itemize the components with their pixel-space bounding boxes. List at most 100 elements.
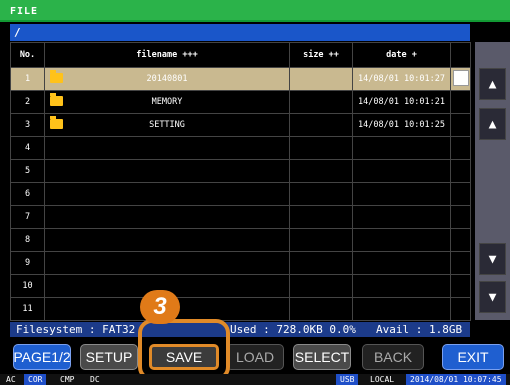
back-button[interactable]: BACK (362, 344, 424, 370)
size-cell (289, 251, 353, 275)
table-row[interactable]: 9 (10, 251, 471, 275)
page-up-button[interactable]: ▲ (479, 68, 506, 100)
date-cell: 14/08/01 10:01:27 (352, 67, 451, 91)
column-header-filename[interactable]: filename +++ (44, 42, 290, 68)
row-number: 6 (10, 182, 45, 206)
table-row[interactable]: 2 MEMORY 14/08/01 10:01:21 (10, 90, 471, 114)
filename-cell (44, 159, 290, 183)
row-number: 4 (10, 136, 45, 160)
date-cell: 14/08/01 10:01:25 (352, 113, 451, 137)
file-table: No. filename +++ size ++ date + 1 2014080… (10, 42, 471, 321)
select-cell[interactable] (450, 297, 471, 321)
filename-cell: SETTING (44, 113, 290, 137)
filename-cell (44, 251, 290, 275)
scroll-down-button[interactable]: ▼ (479, 243, 506, 275)
used-status: Used : 728.0KB 0.0% (230, 323, 356, 336)
exit-button[interactable]: EXIT (442, 344, 504, 370)
filename-cell: 20140801 (44, 67, 290, 91)
table-row[interactable]: 7 (10, 205, 471, 229)
row-number: 2 (10, 90, 45, 114)
scroll-up-button[interactable]: ▲ (479, 108, 506, 140)
ac-indicator: AC (6, 375, 16, 384)
filename-cell (44, 205, 290, 229)
select-cell[interactable] (450, 113, 471, 137)
row-number: 9 (10, 251, 45, 275)
row-number: 5 (10, 159, 45, 183)
filesystem-status: Filesystem : FAT32 (16, 323, 136, 336)
size-cell (289, 182, 353, 206)
size-cell (289, 228, 353, 252)
avail-status: Avail : 1.8GB (376, 323, 463, 336)
date-cell (352, 251, 451, 275)
setup-button[interactable]: SETUP (80, 344, 138, 370)
date-cell (352, 205, 451, 229)
filename-text: 20140801 (146, 74, 188, 84)
date-cell: 14/08/01 10:01:21 (352, 90, 451, 114)
filename-text: MEMORY (151, 97, 183, 107)
size-cell (289, 205, 353, 229)
table-row[interactable]: 1 20140801 14/08/01 10:01:27 (10, 67, 471, 91)
date-cell (352, 228, 451, 252)
select-cell[interactable] (450, 136, 471, 160)
column-header-date[interactable]: date + (352, 42, 451, 68)
size-cell (289, 274, 353, 298)
row-number: 7 (10, 205, 45, 229)
select-cell[interactable] (450, 90, 471, 114)
size-cell (289, 113, 353, 137)
select-checkbox[interactable] (453, 70, 469, 86)
select-button[interactable]: SELECT (293, 344, 351, 370)
row-number: 8 (10, 228, 45, 252)
arrow-up-double-icon: ▲ (488, 76, 497, 92)
size-cell (289, 297, 353, 321)
filename-cell: MEMORY (44, 90, 290, 114)
folder-icon (50, 93, 63, 106)
filename-cell (44, 136, 290, 160)
datetime-display: 2014/08/01 10:07:45 (406, 374, 506, 385)
table-row[interactable]: 8 (10, 228, 471, 252)
bottom-status-bar: AC COR CMP DC USB LOCAL 2014/08/01 10:07… (0, 374, 510, 385)
step-callout: 3 (140, 290, 180, 324)
filename-cell (44, 182, 290, 206)
table-row[interactable]: 11 (10, 297, 471, 321)
table-row[interactable]: 5 (10, 159, 471, 183)
row-number: 1 (10, 67, 45, 91)
select-cell[interactable] (450, 228, 471, 252)
table-row[interactable]: 10 (10, 274, 471, 298)
select-cell[interactable] (450, 182, 471, 206)
page-button[interactable]: PAGE1/2 (13, 344, 71, 370)
column-header-select (450, 42, 471, 68)
folder-icon (50, 70, 63, 83)
save-highlight-ring (138, 319, 230, 381)
select-cell[interactable] (450, 205, 471, 229)
row-number: 10 (10, 274, 45, 298)
table-row[interactable]: 6 (10, 182, 471, 206)
cor-indicator: COR (24, 374, 47, 385)
folder-icon (50, 116, 63, 129)
column-header-no[interactable]: No. (10, 42, 45, 68)
cmp-indicator: CMP (60, 375, 75, 384)
column-header-size[interactable]: size ++ (289, 42, 353, 68)
select-cell[interactable] (450, 274, 471, 298)
arrow-up-icon: ▲ (488, 116, 497, 132)
arrow-down-double-icon: ▼ (488, 289, 497, 305)
load-button[interactable]: LOAD (226, 344, 284, 370)
date-cell (352, 274, 451, 298)
title-bar: FILE (0, 0, 510, 22)
local-indicator: LOCAL (370, 375, 395, 384)
window-title: FILE (10, 6, 39, 17)
size-cell (289, 136, 353, 160)
dc-indicator: DC (90, 375, 100, 384)
size-cell (289, 90, 353, 114)
table-row[interactable]: 3 SETTING 14/08/01 10:01:25 (10, 113, 471, 137)
table-row[interactable]: 4 (10, 136, 471, 160)
filename-cell (44, 228, 290, 252)
select-cell[interactable] (450, 251, 471, 275)
table-header-row: No. filename +++ size ++ date + (10, 42, 471, 68)
status-bar: Filesystem : FAT32 Used : 728.0KB 0.0% A… (10, 322, 470, 337)
page-down-button[interactable]: ▼ (479, 281, 506, 313)
date-cell (352, 136, 451, 160)
date-cell (352, 182, 451, 206)
size-cell (289, 159, 353, 183)
select-cell[interactable] (450, 159, 471, 183)
date-cell (352, 297, 451, 321)
